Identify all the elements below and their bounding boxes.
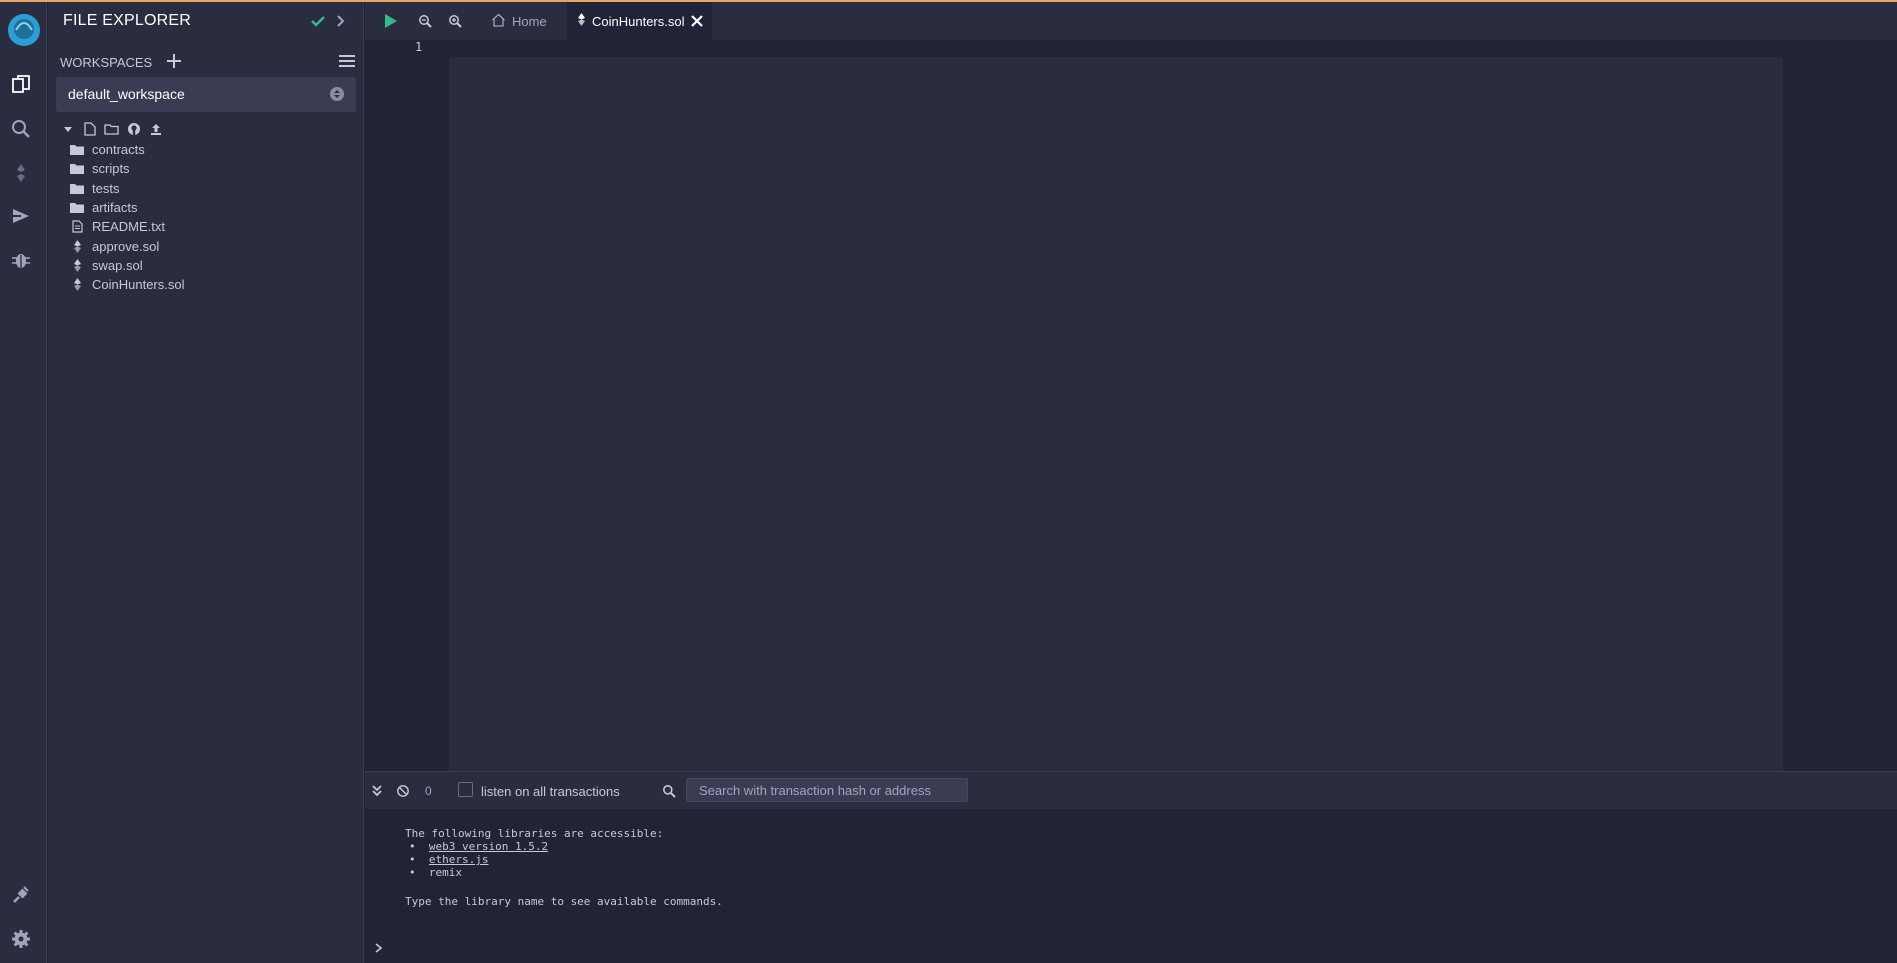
tab-home[interactable]: Home <box>481 2 557 40</box>
ethers-link[interactable]: ethers.js <box>429 853 489 866</box>
file-coinhunters-sol[interactable]: CoinHunters.sol <box>68 275 185 294</box>
listen-label: listen on all transactions <box>481 784 620 799</box>
list-item-label: contracts <box>92 142 145 158</box>
terminal-toolbar: 0 listen on all transactions <box>365 771 1897 809</box>
text-file-icon <box>68 220 86 234</box>
list-item-label: swap.sol <box>92 257 143 273</box>
list-item-label: artifacts <box>92 200 138 216</box>
line-number: 1 <box>415 40 423 54</box>
web3-link[interactable]: web3 version 1.5.2 <box>429 840 548 853</box>
chevron-right-icon[interactable] <box>334 12 348 30</box>
file-readme[interactable]: README.txt <box>68 217 185 236</box>
workspace-select-value: default_workspace <box>68 86 185 102</box>
remix-lib: remix <box>428 866 462 879</box>
tab-active-label: CoinHunters.sol <box>592 13 685 29</box>
zoom-in-icon[interactable] <box>445 11 465 31</box>
file-explorer-icon[interactable] <box>8 72 34 98</box>
solidity-file-icon <box>68 278 86 292</box>
icon-panel <box>0 2 47 963</box>
folder-icon <box>68 143 86 157</box>
folder-artifacts[interactable]: artifacts <box>68 198 185 217</box>
list-item-label: scripts <box>92 161 130 177</box>
panel-title: FILE EXPLORER <box>63 12 191 29</box>
terminal-output: The following libraries are accessible: … <box>365 809 1897 963</box>
select-arrows-icon <box>330 87 344 101</box>
tab-coinhunters-sol[interactable]: CoinHunters.sol <box>567 2 712 40</box>
folder-tests[interactable]: tests <box>68 179 185 198</box>
transaction-search-input[interactable] <box>686 778 968 802</box>
list-item-label: approve.sol <box>92 238 160 254</box>
folder-contracts[interactable]: contracts <box>68 140 185 159</box>
list-item-label: tests <box>92 180 120 196</box>
file-swap-sol[interactable]: swap.sol <box>68 256 185 275</box>
code-area[interactable] <box>449 57 1783 771</box>
check-icon <box>309 12 327 30</box>
workspaces-label: WORKSPACES <box>60 55 153 70</box>
file-approve-sol[interactable]: approve.sol <box>68 236 185 255</box>
settings-gear-icon[interactable] <box>8 926 34 952</box>
run-script-icon[interactable] <box>381 11 401 31</box>
new-file-icon[interactable] <box>82 122 97 136</box>
listen-checkbox[interactable] <box>458 782 473 797</box>
solidity-file-icon <box>68 258 86 272</box>
file-tree: contracts scripts tests artifacts README… <box>68 140 185 294</box>
list-item: • web3 version 1.5.2 <box>409 840 549 853</box>
deploy-run-icon[interactable] <box>8 203 34 229</box>
folder-icon <box>68 162 86 176</box>
search-icon <box>662 784 676 798</box>
list-item-label: README.txt <box>92 219 165 235</box>
pending-tx-count: 0 <box>425 784 432 798</box>
workspace-select[interactable]: default_workspace <box>56 77 356 112</box>
remix-logo-icon[interactable] <box>4 10 44 50</box>
solidity-file-icon <box>577 13 586 29</box>
terminal-intro: The following libraries are accessible: <box>405 827 664 840</box>
folder-scripts[interactable]: scripts <box>68 159 185 178</box>
zoom-out-icon[interactable] <box>415 11 435 31</box>
clear-console-icon[interactable] <box>396 784 410 798</box>
search-icon[interactable] <box>8 116 34 142</box>
github-icon[interactable] <box>126 122 141 136</box>
caret-down-icon[interactable] <box>60 122 75 136</box>
debugger-icon[interactable] <box>8 247 34 273</box>
list-item-label: CoinHunters.sol <box>92 277 185 293</box>
prompt-chevron-icon[interactable] <box>374 942 384 954</box>
double-chevron-down-icon[interactable] <box>371 784 385 798</box>
new-folder-icon[interactable] <box>104 122 119 136</box>
editor-tab-bar: Home CoinHunters.sol <box>365 2 1897 40</box>
upload-icon[interactable] <box>148 122 163 136</box>
list-item: • ethers.js <box>409 853 489 866</box>
side-panel: FILE EXPLORER WORKSPACES default_workspa… <box>48 2 364 963</box>
solidity-compiler-icon[interactable] <box>8 160 34 186</box>
solidity-file-icon <box>68 239 86 253</box>
file-tree-toolbar <box>60 121 163 137</box>
add-workspace-icon[interactable] <box>166 53 182 69</box>
code-editor[interactable]: 1 <box>365 40 1897 771</box>
hamburger-menu-icon[interactable] <box>338 53 356 69</box>
plugin-manager-icon[interactable] <box>8 882 34 908</box>
folder-icon <box>68 201 86 215</box>
folder-icon <box>68 181 86 195</box>
list-item: • remix <box>409 866 462 879</box>
home-icon <box>491 13 506 30</box>
close-icon[interactable] <box>690 14 704 28</box>
tab-home-label: Home <box>512 13 547 29</box>
terminal-hint: Type the library name to see available c… <box>405 895 723 908</box>
